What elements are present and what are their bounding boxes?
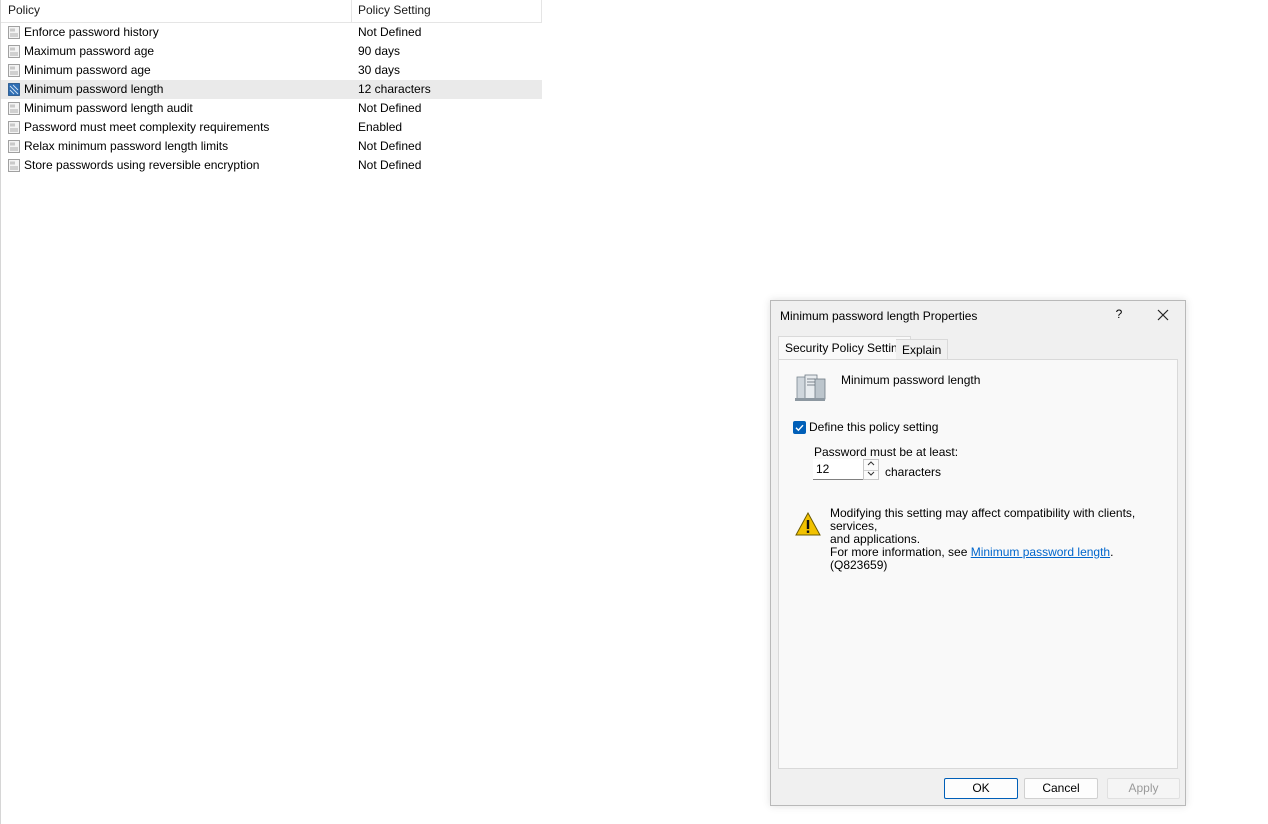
table-row[interactable]: Relax minimum password length limits Not …	[1, 137, 542, 156]
policy-list-view: ^ Policy Policy Setting Enforce password…	[1, 0, 542, 175]
policy-setting-cell: Not Defined	[358, 158, 422, 172]
column-separator[interactable]	[351, 0, 352, 22]
policy-setting-icon	[8, 45, 20, 58]
minimum-length-label: Password must be at least:	[814, 445, 959, 459]
table-row[interactable]: Maximum password age 90 days	[1, 42, 542, 61]
policy-name-cell: Enforce password history	[24, 25, 159, 39]
warning-line-3: For more information, see Minimum passwo…	[830, 546, 1160, 572]
policy-setting-icon	[8, 121, 20, 134]
tab-explain[interactable]: Explain	[896, 339, 949, 359]
tab-security-policy-setting[interactable]: Security Policy Setting	[778, 336, 912, 359]
units-label: characters	[885, 465, 942, 479]
policy-setting-icon	[8, 83, 20, 96]
policy-setting-cell: Not Defined	[358, 25, 422, 39]
policy-setting-cell: Enabled	[358, 120, 403, 134]
policy-setting-icon	[8, 26, 20, 39]
table-row[interactable]: Store passwords using reversible encrypt…	[1, 156, 542, 175]
table-row[interactable]: Password must meet complexity requiremen…	[1, 118, 542, 137]
help-button[interactable]: ?	[1113, 307, 1125, 323]
policy-name-cell: Password must meet complexity requiremen…	[24, 120, 270, 134]
spinner-buttons	[863, 459, 879, 480]
cancel-button[interactable]: Cancel	[1024, 778, 1098, 799]
table-row[interactable]: Enforce password history Not Defined	[1, 23, 542, 42]
table-row[interactable]: Minimum password length audit Not Defined	[1, 99, 542, 118]
chevron-down-icon	[867, 471, 875, 476]
warning-icon	[795, 512, 821, 536]
chevron-up-icon	[867, 461, 875, 466]
policy-setting-cell: 30 days	[358, 63, 401, 77]
warning-line-1: Modifying this setting may affect compat…	[830, 506, 1136, 533]
policy-setting-icon	[8, 102, 20, 115]
length-spinner	[813, 459, 879, 481]
policy-name-cell: Store passwords using reversible encrypt…	[24, 158, 260, 172]
close-button[interactable]	[1155, 307, 1171, 323]
policy-name-cell: Minimum password length audit	[24, 101, 193, 115]
define-policy-checkbox[interactable]	[793, 421, 806, 434]
more-info-prefix: For more information, see	[830, 545, 971, 559]
column-header-policy[interactable]: Policy	[8, 0, 348, 22]
list-rows: Enforce password history Not Defined Maxim…	[1, 23, 542, 175]
spin-up-button[interactable]	[864, 460, 878, 469]
policy-name-cell: Minimum password age	[24, 63, 151, 77]
policy-name-cell: Relax minimum password length limits	[24, 139, 229, 153]
properties-dialog: Minimum password length Properties ? Sec…	[770, 300, 1186, 806]
policy-setting-icon	[8, 159, 20, 172]
policy-name-cell: Minimum password length	[24, 82, 164, 96]
length-input[interactable]	[813, 459, 863, 480]
spin-down-button[interactable]	[864, 470, 878, 480]
policy-setting-cell: 12 characters	[358, 82, 431, 96]
column-header-policy-setting[interactable]: Policy Setting	[358, 0, 538, 22]
table-row[interactable]: Minimum password length 12 characters	[1, 80, 542, 99]
apply-button[interactable]: Apply	[1107, 778, 1180, 799]
policy-setting-cell: Not Defined	[358, 101, 422, 115]
column-separator[interactable]	[541, 0, 542, 22]
list-header: ^ Policy Policy Setting	[1, 0, 542, 23]
tab-panel: Minimum password length Define this poli…	[778, 359, 1178, 769]
define-policy-label[interactable]: Define this policy setting	[809, 420, 938, 434]
warning-text: Modifying this setting may affect compat…	[830, 507, 1160, 572]
policy-name: Minimum password length	[841, 373, 981, 387]
server-icon	[795, 374, 826, 401]
table-row[interactable]: Minimum password age 30 days	[1, 61, 542, 80]
policy-setting-cell: Not Defined	[358, 139, 422, 153]
policy-setting-icon	[8, 64, 20, 77]
ok-button[interactable]: OK	[944, 778, 1018, 799]
policy-setting-icon	[8, 140, 20, 153]
policy-name-cell: Maximum password age	[24, 44, 155, 58]
dialog-title: Minimum password length Properties	[780, 309, 978, 323]
close-icon	[1157, 309, 1169, 321]
more-info-link[interactable]: Minimum password length	[971, 545, 1110, 559]
checkmark-icon	[795, 424, 804, 432]
policy-setting-cell: 90 days	[358, 44, 401, 58]
